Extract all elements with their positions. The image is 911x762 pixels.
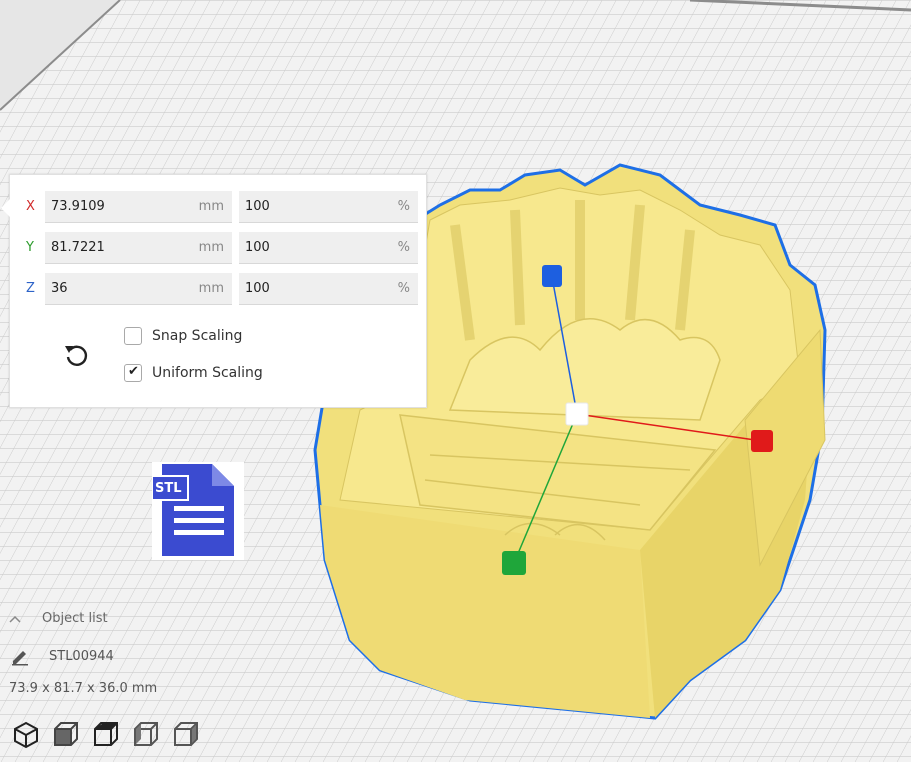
left-view-icon[interactable] [131, 719, 161, 749]
z-percent-input[interactable]: 100 % [239, 273, 418, 305]
center-handle[interactable] [565, 402, 589, 426]
z-size-input[interactable]: 36 mm [45, 273, 232, 305]
y-percent-value: 100 [245, 240, 270, 255]
scale-row-y: Y 81.7221 mm 100 % [10, 232, 426, 264]
object-list-header: Object list [42, 611, 108, 626]
z-percent-value: 100 [245, 281, 270, 296]
stl-icon-label: STL [155, 481, 182, 496]
x-percent-unit: % [397, 199, 410, 214]
snap-scaling-checkbox[interactable] [124, 327, 142, 345]
axis-label-x: X [26, 199, 35, 214]
pencil-icon[interactable] [10, 648, 30, 666]
y-axis-handle[interactable] [502, 551, 526, 575]
object-list-item[interactable]: STL00944 [8, 646, 148, 668]
snap-scaling-label: Snap Scaling [152, 328, 243, 344]
scale-tool-panel: X 73.9109 mm 100 % Y 81.7221 mm 100 % Z … [1, 174, 427, 408]
object-list-toggle[interactable]: Object list [8, 610, 128, 630]
panel-pointer [1, 199, 10, 217]
y-size-value: 81.7221 [51, 240, 105, 255]
axis-label-y: Y [26, 240, 34, 255]
z-size-value: 36 [51, 281, 68, 296]
y-percent-input[interactable]: 100 % [239, 232, 418, 264]
reset-icon[interactable] [62, 341, 90, 369]
x-axis-handle[interactable] [751, 430, 773, 452]
stl-file-icon: STL [151, 462, 244, 560]
chevron-up-icon [9, 615, 21, 623]
uniform-scaling-checkbox[interactable]: ✔ [124, 364, 142, 382]
x-percent-input[interactable]: 100 % [239, 191, 418, 223]
x-size-unit: mm [198, 199, 224, 214]
object-dimensions: 73.9 x 81.7 x 36.0 mm [9, 681, 158, 696]
x-size-value: 73.9109 [51, 199, 105, 214]
right-view-icon[interactable] [171, 719, 201, 749]
top-view-icon[interactable] [91, 719, 121, 749]
uniform-scaling-label: Uniform Scaling [152, 365, 263, 381]
y-size-unit: mm [198, 240, 224, 255]
y-size-input[interactable]: 81.7221 mm [45, 232, 232, 264]
scale-row-x: X 73.9109 mm 100 % [10, 191, 426, 223]
x-percent-value: 100 [245, 199, 270, 214]
x-size-input[interactable]: 73.9109 mm [45, 191, 232, 223]
checkmark-icon: ✔ [128, 364, 139, 379]
z-percent-unit: % [397, 281, 410, 296]
y-percent-unit: % [397, 240, 410, 255]
z-size-unit: mm [198, 281, 224, 296]
z-axis-handle[interactable] [542, 265, 562, 287]
scale-row-z: Z 36 mm 100 % [10, 273, 426, 305]
front-view-icon[interactable] [51, 719, 81, 749]
3d-view-icon[interactable] [11, 719, 41, 749]
axis-label-z: Z [26, 281, 35, 296]
object-name: STL00944 [49, 649, 114, 664]
